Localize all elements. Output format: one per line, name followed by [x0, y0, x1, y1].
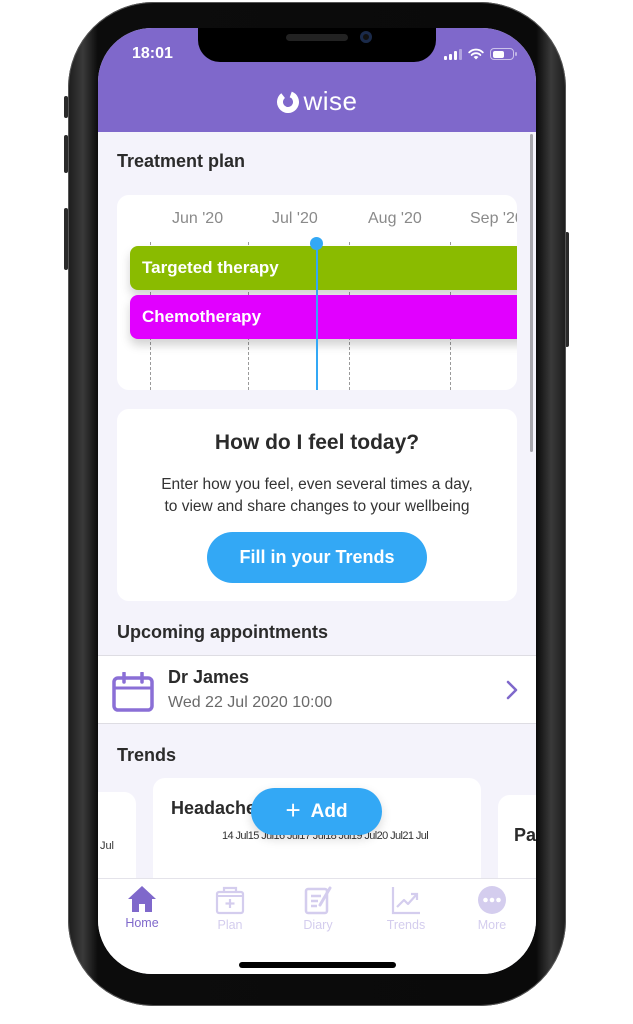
chevron-right-icon[interactable]	[506, 680, 518, 700]
tab-bar: Home Plan Diary Trends More	[98, 878, 536, 974]
plus-icon: +	[285, 795, 301, 825]
wifi-icon	[468, 48, 484, 60]
treatment-plan-card[interactable]: Jun '20 Jul '20 Aug '20 Sep '20 Targeted…	[117, 195, 517, 390]
tab-trends[interactable]: Trends	[362, 885, 450, 932]
tab-diary[interactable]: Diary	[274, 885, 362, 932]
tab-label: Plan	[217, 918, 243, 932]
add-button-label: Add	[310, 800, 348, 822]
status-icons	[444, 48, 517, 60]
scrollbar[interactable]	[530, 134, 533, 452]
trend-card-title: Pain	[514, 825, 536, 845]
app-header: 18:01 wise	[98, 28, 536, 132]
month-label: Jun '20	[172, 210, 224, 227]
therapy-bar-targeted[interactable]: Targeted therapy	[130, 246, 517, 290]
today-marker-line	[316, 243, 318, 390]
more-icon	[478, 886, 506, 914]
tab-label: Diary	[303, 918, 333, 932]
appointments-title: Upcoming appointments	[117, 622, 328, 642]
notch	[198, 28, 436, 62]
home-indicator[interactable]	[239, 962, 396, 968]
therapy-bar-chemotherapy[interactable]: Chemotherapy	[130, 295, 517, 339]
appointment-doctor: Dr James	[168, 667, 250, 687]
tab-label: Home	[125, 916, 159, 930]
trend-date-label: 20 Jul	[376, 830, 403, 842]
trends-title: Trends	[117, 745, 177, 765]
feel-description: Enter how you feel, even several times a…	[117, 474, 517, 518]
therapy-label: Targeted therapy	[142, 258, 279, 277]
tab-home[interactable]: Home	[98, 885, 186, 930]
appointment-datetime: Wed 22 Jul 2020 10:00	[168, 694, 333, 711]
tab-plan[interactable]: Plan	[186, 885, 274, 932]
app-name: wise	[303, 86, 358, 116]
status-time: 18:01	[132, 45, 173, 62]
treatment-plan-title: Treatment plan	[117, 151, 246, 171]
calendar-icon	[112, 672, 154, 712]
month-label: Aug '20	[368, 210, 422, 227]
tab-label: More	[477, 918, 507, 932]
tab-more[interactable]: More	[448, 885, 536, 932]
battery-icon	[490, 48, 517, 60]
month-label: Sep '20	[470, 210, 517, 227]
add-button[interactable]: + Add	[251, 788, 382, 835]
app-logo: wise	[98, 88, 536, 114]
front-camera	[360, 31, 372, 43]
fill-in-trends-button[interactable]: Fill in your Trends	[207, 532, 427, 583]
diary-icon	[304, 886, 332, 915]
trend-card-title: Headache	[171, 798, 257, 818]
tab-label: Trends	[386, 918, 426, 932]
today-marker-dot	[310, 237, 323, 250]
feel-description-line: Enter how you feel, even several times a…	[161, 476, 473, 493]
cellular-signal-icon	[444, 48, 462, 60]
phone-screen: 18:01 wise Treatment plan Jun '20 Jul '2…	[98, 28, 536, 974]
appointment-row[interactable]: Dr James Wed 22 Jul 2020 10:00	[98, 655, 536, 724]
feel-title: How do I feel today?	[214, 431, 420, 454]
trends-icon	[391, 887, 420, 915]
feel-description-line: to view and share changes to your wellbe…	[164, 498, 470, 515]
month-label: Jul '20	[272, 210, 318, 227]
speaker-grille	[286, 34, 348, 41]
trend-date-label: 14 Jul	[222, 830, 248, 842]
plan-icon	[215, 886, 245, 915]
feel-today-card: How do I feel today? Enter how you feel,…	[117, 409, 517, 601]
therapy-label: Chemotherapy	[142, 307, 262, 326]
trend-axis-label: Jul	[99, 840, 114, 852]
wise-logo-icon	[277, 91, 300, 113]
trend-date-label: 21 Jul	[402, 830, 429, 842]
home-icon	[128, 886, 156, 912]
